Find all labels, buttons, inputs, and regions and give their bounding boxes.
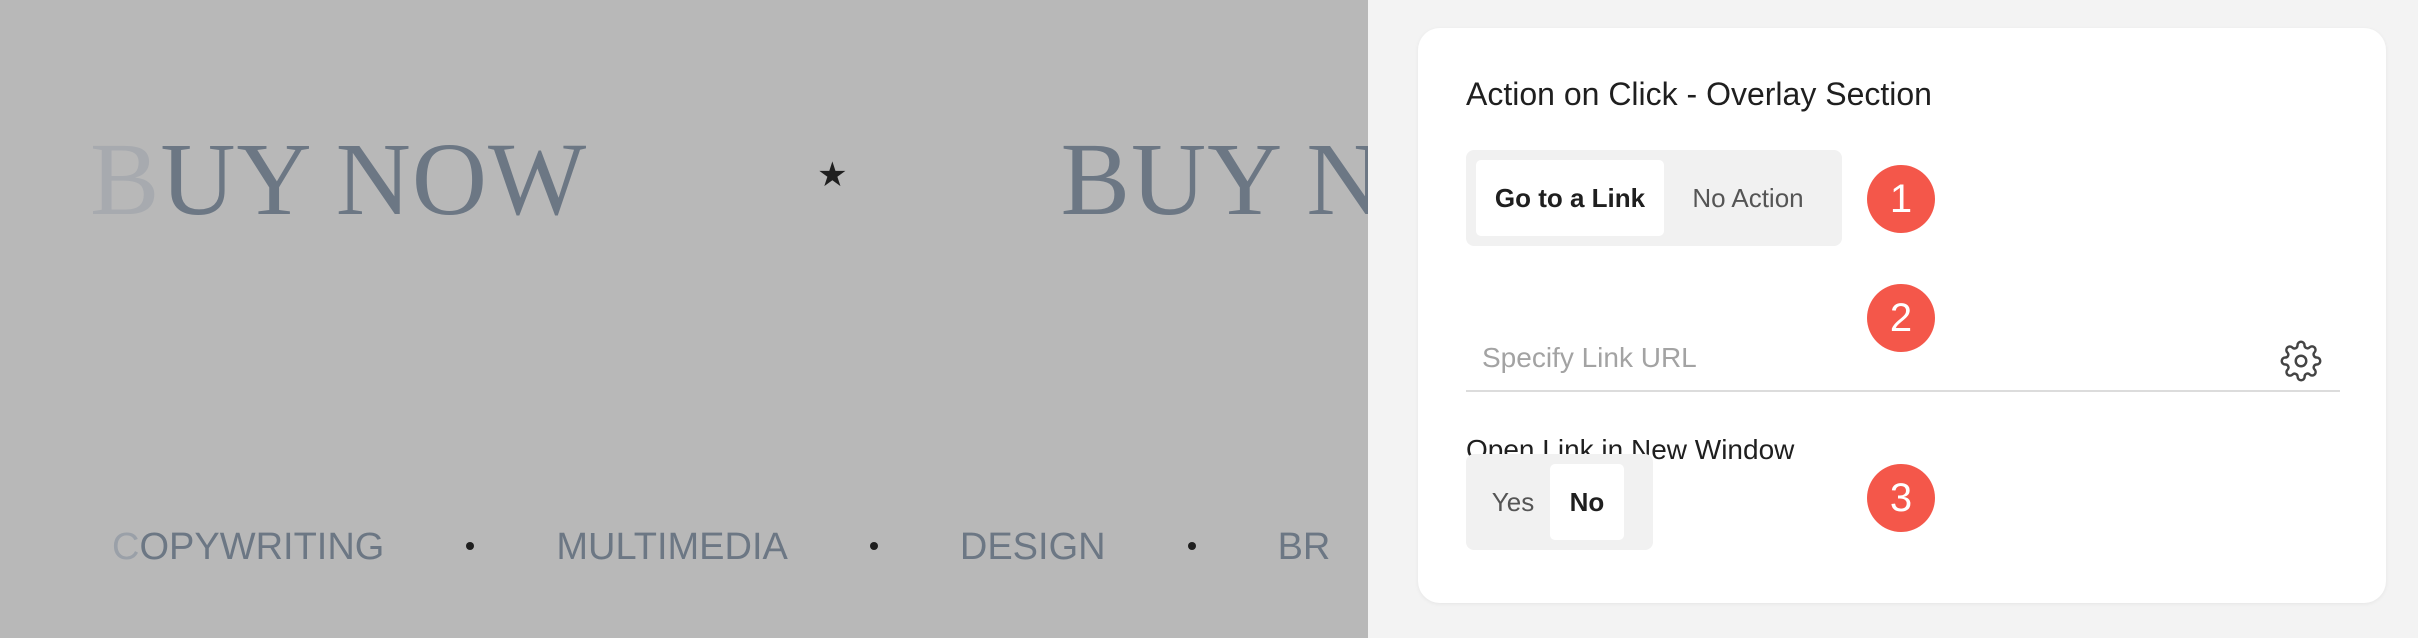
action-segmented-control: Go to a Link No Action xyxy=(1466,150,1842,246)
step-badge-1: 1 xyxy=(1867,165,1935,233)
new-window-segmented-control: Yes No xyxy=(1466,454,1653,550)
bullet-dot xyxy=(466,541,475,550)
headline-rest: UY NOW xyxy=(160,122,588,237)
yes-option[interactable]: Yes xyxy=(1476,464,1550,540)
ticker-item-copywriting: COPYWRITING xyxy=(112,526,385,568)
no-action-option[interactable]: No Action xyxy=(1664,160,1832,236)
headline-text-repeat: BUY N xyxy=(1060,122,1368,237)
step-badge-3: 3 xyxy=(1867,464,1935,532)
gear-icon[interactable] xyxy=(2280,340,2322,382)
bullet-dot xyxy=(869,541,878,550)
card-title: Action on Click - Overlay Section xyxy=(1466,76,1932,112)
step-badge-2: 2 xyxy=(1867,284,1935,352)
ticker-item-multimedia: MULTIMEDIA xyxy=(556,526,788,568)
ticker-item-design: DESIGN xyxy=(959,526,1106,568)
go-to-link-option[interactable]: Go to a Link xyxy=(1476,160,1664,236)
headline-marquee: BUY NOW ★ BUY N xyxy=(90,128,1368,232)
link-url-input[interactable] xyxy=(1466,336,2282,380)
ticker-item-partial: BR xyxy=(1277,526,1331,568)
services-marquee: COPYWRITING MULTIMEDIA DESIGN BR xyxy=(112,528,1330,566)
no-option[interactable]: No xyxy=(1550,464,1624,540)
star-icon: ★ xyxy=(817,157,849,195)
bullet-dot xyxy=(1187,541,1196,550)
site-preview: BUY NOW ★ BUY N COPYWRITING MULTIMEDIA DESIG… xyxy=(0,0,1368,638)
headline-first-letter: B xyxy=(90,122,161,237)
ticker-first-letter: C xyxy=(112,526,140,568)
headline-text: BUY NOW xyxy=(90,128,587,232)
